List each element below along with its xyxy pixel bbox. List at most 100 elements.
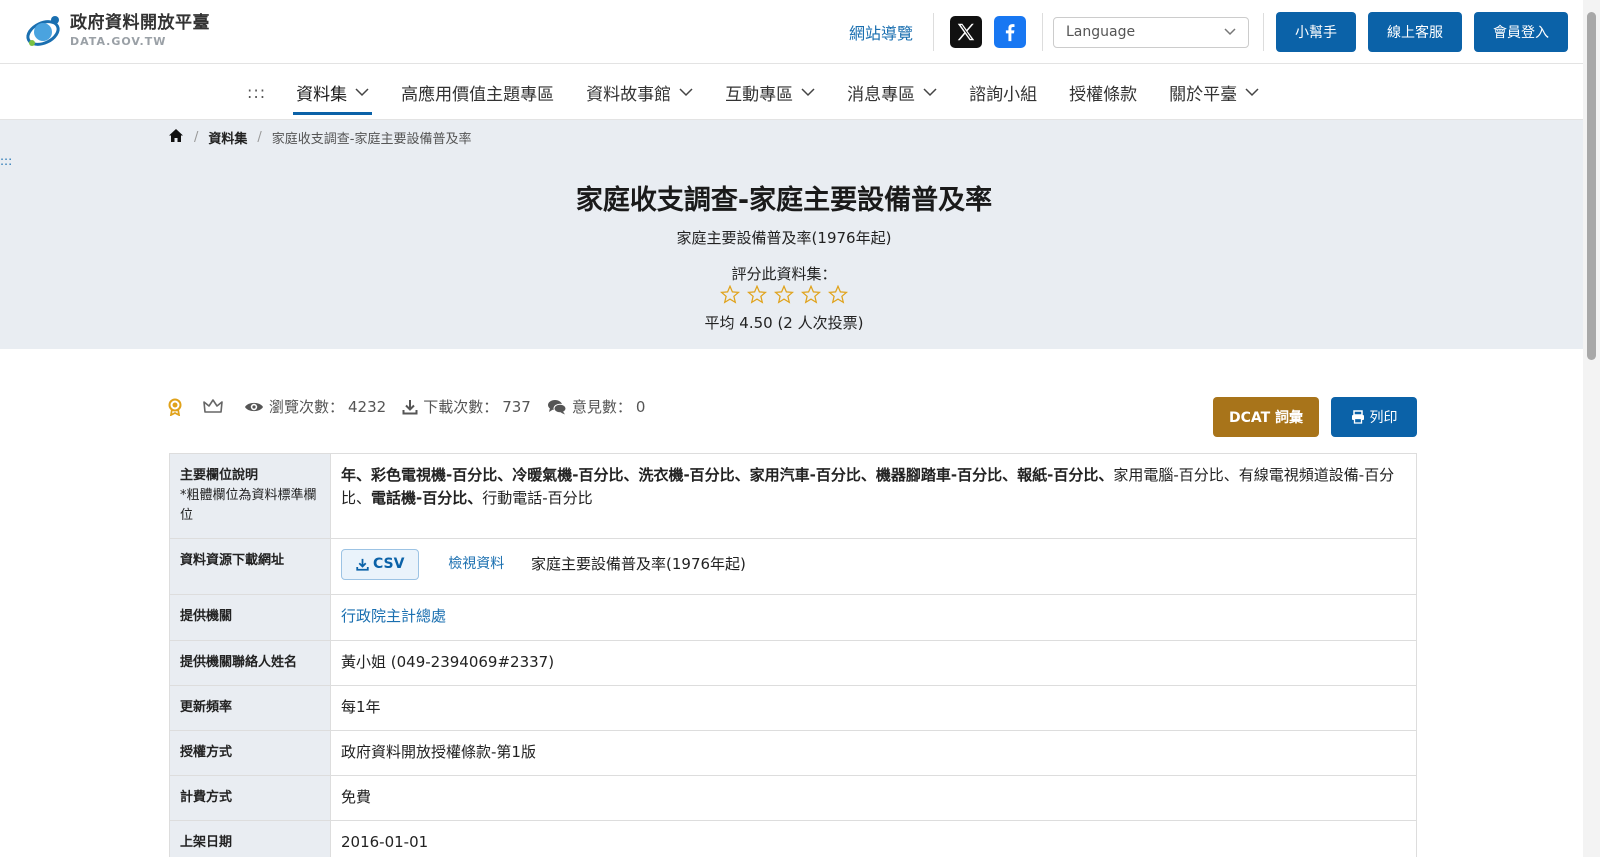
download-key: 資料資源下載網址	[169, 538, 331, 596]
language-select[interactable]: Language	[1053, 16, 1249, 48]
rating-average: 平均 4.50 (2 人次投票)	[704, 314, 864, 332]
dataset-metadata-table: 主要欄位說明 *粗體欄位為資料標準欄位 年、彩色電視機-百分比、冷暖氣機-百分比…	[169, 452, 1417, 857]
breadcrumb-separator: /	[194, 130, 199, 145]
resource-name: 家庭主要設備普及率(1976年起)	[531, 555, 746, 574]
table-row: 提供機關 行政院主計總處	[169, 594, 1417, 641]
dataset-hero: / 資料集 / 家庭收支調查-家庭主要設備普及率 ::: 家庭收支調查-家庭主要…	[0, 120, 1600, 349]
views-stat: 瀏覽次數： 4232	[244, 396, 386, 417]
content-accesskey[interactable]: :::	[0, 154, 12, 168]
license-key: 授權方式	[169, 729, 331, 776]
downloads-stat: 下載次數： 737	[402, 396, 531, 417]
site-header: 政府資料開放平臺 DATA.GOV.TW 網站導覽 Language 小幫手 線…	[0, 0, 1600, 64]
chevron-down-icon	[679, 87, 693, 96]
views-count: 4232	[348, 397, 387, 416]
fields-key: 主要欄位說明	[180, 468, 259, 483]
facebook-icon[interactable]	[994, 16, 1026, 48]
breadcrumb: / 資料集 / 家庭收支調查-家庭主要設備普及率	[168, 128, 472, 147]
divider	[933, 13, 934, 51]
downloads-label: 下載次數：	[423, 398, 499, 416]
nav-item-interactive[interactable]: 互動專區	[725, 64, 815, 120]
nav-item-stories[interactable]: 資料故事館	[586, 64, 693, 120]
chevron-down-icon	[923, 87, 937, 96]
award-icon	[168, 398, 187, 416]
crown-icon	[203, 399, 228, 414]
main-nav: ::: 資料集 高應用價值主題專區 資料故事館 互動專區 消息專區 諮詢小組 授…	[0, 64, 1600, 120]
home-icon[interactable]	[168, 128, 184, 147]
language-select-label: Language	[1066, 24, 1136, 40]
chevron-down-icon	[1245, 87, 1259, 96]
scrollbar-thumb[interactable]	[1587, 12, 1596, 360]
fields-value: 年、彩色電視機-百分比、冷暖氣機-百分比、洗衣機-百分比、家用汽車-百分比、機器…	[330, 452, 1417, 540]
star-icon[interactable]	[828, 284, 849, 308]
logo-subtitle: DATA.GOV.TW	[70, 35, 167, 48]
frequency-value: 每1年	[330, 684, 1417, 731]
star-icon[interactable]	[773, 284, 795, 308]
page-title: 家庭收支調查-家庭主要設備普及率	[575, 185, 993, 216]
table-row: 提供機關聯絡人姓名 黃小姐 (049-2394069#2337)	[169, 639, 1417, 686]
download-icon	[402, 399, 418, 414]
dataset-description: 家庭主要設備普及率(1976年起)	[676, 229, 892, 247]
chevron-down-icon	[1224, 28, 1236, 36]
chevron-down-icon	[801, 87, 815, 96]
header-actions: 網站導覽 Language 小幫手 線上客服 會員登入	[849, 12, 1568, 52]
nav-item-advisory[interactable]: 諮詢小組	[969, 64, 1037, 120]
table-row: 主要欄位說明 *粗體欄位為資料標準欄位 年、彩色電視機-百分比、冷暖氣機-百分比…	[169, 452, 1417, 540]
comments-label: 意見數：	[571, 398, 632, 416]
provider-key: 提供機關	[169, 594, 331, 641]
nav-item-datasets[interactable]: 資料集	[293, 64, 373, 120]
fee-key: 計費方式	[169, 774, 331, 822]
provider-link[interactable]: 行政院主計總處	[341, 607, 446, 625]
nav-item-high-value[interactable]: 高應用價值主題專區	[401, 64, 554, 120]
dataset-stats: 瀏覽次數： 4232 下載次數： 737 意見數： 0	[168, 396, 661, 417]
nav-item-license[interactable]: 授權條款	[1069, 64, 1137, 120]
contact-key: 提供機關聯絡人姓名	[169, 639, 331, 686]
divider	[1263, 13, 1264, 51]
logo-icon	[24, 12, 64, 50]
comments-icon	[547, 399, 567, 414]
breadcrumb-separator: /	[257, 130, 262, 145]
fields-note: *粗體欄位為資料標準欄位	[180, 488, 317, 524]
date-key: 上架日期	[169, 820, 331, 857]
rating-stars	[0, 284, 1568, 308]
print-button[interactable]: 列印	[1331, 397, 1417, 437]
page-scrollbar[interactable]	[1583, 0, 1600, 857]
login-button[interactable]: 會員登入	[1474, 12, 1568, 52]
breadcrumb-current: 家庭收支調查-家庭主要設備普及率	[271, 132, 472, 147]
table-row: 授權方式 政府資料開放授權條款-第1版	[169, 729, 1417, 776]
table-row: 更新頻率 每1年	[169, 684, 1417, 731]
star-icon[interactable]	[719, 284, 740, 308]
downloads-count: 737	[502, 397, 531, 416]
nav-item-about[interactable]: 關於平臺	[1169, 64, 1259, 120]
helper-button[interactable]: 小幫手	[1276, 12, 1356, 52]
comments-stat: 意見數： 0	[547, 396, 646, 417]
comments-count: 0	[635, 397, 646, 416]
frequency-key: 更新頻率	[169, 684, 331, 731]
table-row: 資料資源下載網址 CSV 檢視資料 家庭主要設備普及率(1976年起)	[169, 538, 1417, 596]
nav-item-news[interactable]: 消息專區	[847, 64, 937, 120]
breadcrumb-datasets[interactable]: 資料集	[208, 128, 247, 147]
table-row: 上架日期 2016-01-01	[169, 820, 1417, 857]
x-icon[interactable]	[950, 16, 982, 48]
site-logo[interactable]: 政府資料開放平臺 DATA.GOV.TW	[24, 12, 210, 50]
chevron-down-icon	[355, 87, 369, 96]
star-icon[interactable]	[801, 284, 822, 308]
table-row: 計費方式 免費	[169, 774, 1417, 822]
date-value: 2016-01-01	[330, 820, 1417, 857]
csv-download-button[interactable]: CSV	[341, 549, 420, 581]
dcat-button[interactable]: DCAT 詞彙	[1213, 397, 1319, 437]
divider	[1042, 13, 1043, 51]
logo-title: 政府資料開放平臺	[70, 13, 210, 33]
download-icon	[356, 559, 369, 572]
support-button[interactable]: 線上客服	[1368, 12, 1462, 52]
views-label: 瀏覽次數：	[269, 398, 345, 416]
star-icon[interactable]	[746, 284, 767, 308]
eye-icon	[245, 402, 263, 411]
license-value: 政府資料開放授權條款-第1版	[330, 729, 1417, 776]
contact-value: 黃小姐 (049-2394069#2337)	[330, 639, 1417, 686]
view-data-link[interactable]: 檢視資料	[448, 556, 504, 572]
printer-icon	[1351, 410, 1364, 424]
nav-accesskey[interactable]: :::	[247, 83, 266, 102]
site-map-link[interactable]: 網站導覽	[849, 20, 913, 44]
fee-value: 免費	[330, 774, 1417, 822]
rating-label: 評分此資料集：	[731, 265, 837, 283]
